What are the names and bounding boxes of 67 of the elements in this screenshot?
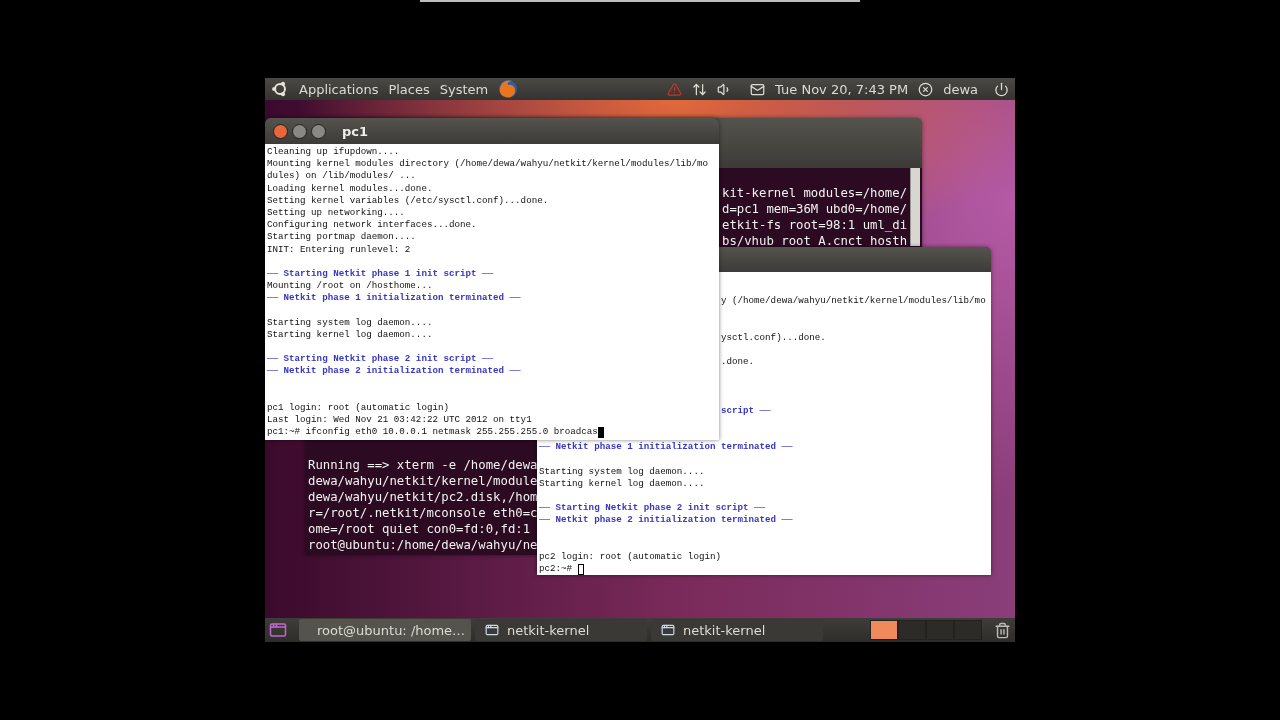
show-desktop-icon[interactable] bbox=[269, 621, 287, 639]
workspace-cell[interactable] bbox=[954, 620, 982, 640]
terminal-line: dules) on /lib/modules/ ... bbox=[267, 170, 416, 183]
terminal-line: pc2 login: root (automatic login) bbox=[539, 550, 721, 564]
menu-item[interactable]: Places bbox=[388, 81, 430, 97]
workspace-cell[interactable] bbox=[898, 620, 926, 640]
terminal-line: ysctl.conf)...done. bbox=[721, 331, 826, 344]
terminal-line: ome=/root quiet con0=fd:0,fd:1 bbox=[308, 521, 532, 537]
terminal-line: ── Netkit phase 2 initialization terminated ── bbox=[267, 365, 521, 378]
terminal-line: Mounting /root on /hosthome... bbox=[267, 280, 433, 293]
terminal-line: bs/vhub_root_A.cnct hosth bbox=[722, 233, 908, 249]
terminal-line: Setting kernel variables (/etc/sysctl.conf)...done. bbox=[267, 194, 549, 207]
terminal-line: Starting system log daemon.... bbox=[539, 465, 705, 478]
window-icon bbox=[485, 623, 499, 637]
scrollbar[interactable] bbox=[910, 168, 920, 246]
terminal-line: y (/home/dewa/wahyu/netkit/kernel/modules/lib/mo bbox=[721, 295, 986, 308]
menu-item[interactable]: Applications bbox=[299, 81, 379, 97]
terminal-line: Starting kernel log daemon.... bbox=[539, 477, 705, 490]
terminal-line: pc2:~# bbox=[539, 563, 574, 575]
terminal-line: ── Netkit phase 1 initialization terminated ── bbox=[267, 292, 521, 305]
status-icon[interactable] bbox=[918, 81, 934, 97]
terminal-line: dewa/wahyu/netkit/pc2.disk,/hom bbox=[308, 489, 538, 505]
terminal-line: Starting kernel log daemon.... bbox=[267, 328, 433, 341]
task-button[interactable]: netkit-kernel bbox=[475, 619, 647, 641]
terminal-line: d=pc1 mem=36M ubd0=/home/ bbox=[722, 201, 908, 217]
minimize-button[interactable] bbox=[292, 123, 307, 139]
terminal-line: ── Netkit phase 1 initialization terminated ── bbox=[539, 441, 793, 454]
menu-item[interactable]: System bbox=[439, 81, 489, 97]
terminal-line: kit-kernel modules=/home/ bbox=[722, 185, 908, 201]
network-icon[interactable] bbox=[692, 81, 708, 97]
terminal-line: ── Starting Netkit phase 2 init script ── bbox=[267, 353, 494, 366]
task-button[interactable]: netkit-kernel bbox=[651, 619, 823, 641]
terminal-line: Configuring network interfaces...done. bbox=[267, 219, 477, 232]
clock[interactable]: Tue Nov 20, 7:43 PM bbox=[775, 81, 909, 97]
terminal-line: Running ==> xterm -e /home/dewa bbox=[308, 457, 538, 473]
terminal-line: root@ubuntu:/home/dewa/wahyu/ne bbox=[308, 537, 538, 553]
globe-icon[interactable] bbox=[498, 79, 519, 99]
mail-icon[interactable] bbox=[750, 81, 766, 97]
workspace-cell[interactable] bbox=[870, 620, 898, 640]
terminal-line: pc1 login: root (automatic login) bbox=[267, 401, 449, 415]
terminal-line: etkit-fs root=98:1 uml_di bbox=[722, 217, 908, 233]
terminal-line: Starting portmap daemon.... bbox=[267, 231, 416, 244]
close-button[interactable] bbox=[273, 123, 288, 139]
terminal-line: ── Starting Netkit phase 1 init script ── bbox=[267, 267, 494, 281]
trash-icon[interactable] bbox=[994, 621, 1011, 639]
terminal-line: Loading kernel modules...done. bbox=[267, 182, 433, 195]
terminal-line: ── Netkit phase 2 initialization terminated ── bbox=[539, 514, 793, 527]
terminal-line: r=/root/.netkit/mconsole eth0=c bbox=[308, 505, 538, 521]
terminal-line: INIT: Entering runlevel: 2 bbox=[267, 243, 411, 256]
terminal-line: Last login: Wed Nov 21 03:42:22 UTC 2012 on tty1 bbox=[267, 414, 532, 427]
task-button[interactable]: root@ubuntu: /home… bbox=[299, 619, 471, 641]
terminal-line: script ── bbox=[721, 404, 771, 417]
ubuntu-logo-icon[interactable] bbox=[271, 80, 289, 98]
terminal-line: Starting system log daemon.... bbox=[267, 316, 433, 329]
terminal-line: .done. bbox=[721, 355, 755, 369]
terminal-line: pc1:~# ifconfig eth0 10.0.0.1 netmask 255.255.255.0 broadcas bbox=[267, 426, 598, 439]
window-icon bbox=[661, 623, 675, 637]
workspace-cell[interactable] bbox=[926, 620, 954, 640]
terminal-line: ── Starting Netkit phase 2 init script ── bbox=[539, 502, 766, 515]
window-title: pc1 bbox=[342, 123, 369, 139]
power-icon[interactable] bbox=[994, 81, 1009, 97]
user-name[interactable]: dewa bbox=[943, 81, 978, 97]
maximize-button[interactable] bbox=[311, 123, 326, 139]
terminal-line: Cleaning up ifupdown.... bbox=[267, 146, 400, 159]
terminal-line: Setting up networking.... bbox=[267, 206, 405, 220]
terminal-line: Mounting kernel modules directory (/home/dewa/wahyu/netkit/kernel/modules/lib/mo bbox=[267, 158, 709, 171]
terminal-line: dewa/wahyu/netkit/kernel/module bbox=[308, 473, 538, 489]
